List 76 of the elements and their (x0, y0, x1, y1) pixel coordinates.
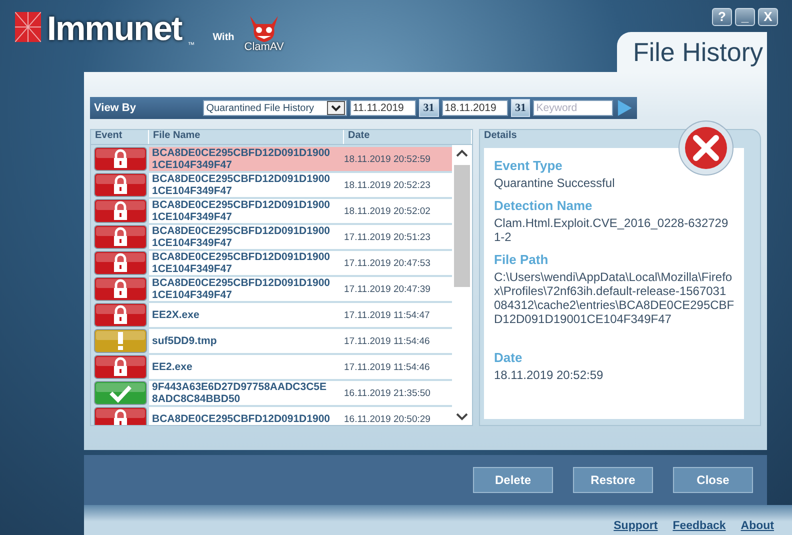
field-value: 18.11.2019 20:52:59 (494, 368, 604, 382)
file-name: EE2.exe (151, 361, 194, 373)
file-name: BCA8DE0CE295CBFD12D091D1900 1CE104F349F47 (151, 225, 332, 249)
column-header: File Name (149, 130, 344, 144)
field-label: Date (494, 350, 524, 365)
event-date: 17.11.2019 11:54:46 (344, 336, 431, 346)
partner-logo-text: ClamAV (244, 42, 284, 53)
file-row[interactable]: BCA8DE0CE295CBFD12D091D1900 1CE104F349F47 17.11.2019 20:51:23 (149, 225, 452, 249)
file-name: suf5DD9.tmp (151, 335, 218, 347)
lock-icon (94, 303, 146, 327)
field-value: Quarantine Successful (494, 176, 616, 190)
file-row[interactable]: BCA8DE0CE295CBFD12D091D1900 1CE104F349F47 18.11.2019 20:52:59 (149, 147, 452, 171)
file-row[interactable]: BCA8DE0CE295CBFD12D091D1900 1CE104F349F47 17.11.2019 20:47:53 (149, 251, 452, 275)
lock-icon (94, 147, 146, 171)
view-dropdown[interactable]: Quarantined File History (203, 100, 347, 116)
file-row[interactable]: 9F443A63E6D27D97758AADC3C5E 8ADC8C84BBD50 16.11.2019 21:35:50 (149, 381, 452, 405)
event-date: 17.11.2019 11:54:46 (344, 362, 431, 372)
with-label: With (212, 32, 234, 43)
lock-icon (94, 355, 146, 379)
end-date-field[interactable]: 18.11.2019 (442, 100, 508, 116)
footer-link[interactable]: About (740, 520, 774, 532)
file-name: BCA8DE0CE295CBFD12D091D1900 1CE104F349F47 (151, 277, 332, 301)
go-arrow-icon (616, 98, 634, 118)
file-name: EE2X.exe (151, 309, 200, 321)
event-date: 17.11.2019 20:51:23 (344, 232, 432, 242)
exclamation-icon (94, 329, 146, 353)
column-header: Date (344, 130, 472, 144)
file-row[interactable]: BCA8DE0CE295CBFD12D091D1900 1CE104F349F47 18.11.2019 20:52:02 (149, 199, 452, 223)
field-value: Clam.Html.Exploit.CVE_2016_0228-632729 1-2 (494, 216, 730, 244)
caret-icon (326, 101, 345, 115)
lock-icon (94, 251, 146, 275)
event-date: 18.11.2019 20:52:02 (344, 206, 432, 216)
panel-title: Details (483, 130, 518, 143)
footer-link[interactable]: Support (614, 520, 658, 532)
lock-icon (94, 199, 146, 223)
field-label: File Path (494, 252, 550, 267)
event-date: 16.11.2019 21:35:50 (344, 388, 432, 398)
scrollbar[interactable] (452, 145, 472, 425)
file-name: 9F443A63E6D27D97758AADC3C5E 8ADC8C84BBD50 (151, 381, 328, 405)
file-name: BCA8DE0CE295CBFD12D091D1900 (151, 413, 332, 425)
start-date-field[interactable]: 11.11.2019 (350, 100, 416, 116)
file-row[interactable]: BCA8DE0CE295CBFD12D091D1900 16.11.2019 20:50:29 (149, 407, 452, 425)
checkmark-icon (94, 381, 146, 405)
scroll-thumb[interactable] (454, 165, 470, 287)
view-by-label: View By (93, 102, 137, 114)
file-name: BCA8DE0CE295CBFD12D091D1900 1CE104F349F47 (151, 251, 332, 275)
event-date: 18.11.2019 20:52:59 (344, 154, 432, 164)
calendar-button[interactable]: 31 (510, 99, 530, 117)
lock-icon (94, 277, 146, 301)
event-date: 18.11.2019 20:52:23 (344, 180, 432, 190)
field-label: Detection Name (494, 198, 594, 213)
keyword-field[interactable]: Keyword (533, 100, 614, 116)
file-row[interactable]: BCA8DE0CE295CBFD12D091D1900 1CE104F349F47 17.11.2019 20:47:39 (149, 277, 452, 301)
event-date: 17.11.2019 20:47:39 (344, 284, 432, 294)
logo-mark-icon (15, 12, 41, 42)
event-date: 16.11.2019 20:50:29 (344, 414, 432, 424)
file-row[interactable]: BCA8DE0CE295CBFD12D091D1900 1CE104F349F47 18.11.2019 20:52:23 (149, 173, 452, 197)
lock-icon (94, 173, 146, 197)
field-value: C:\Users\wendi\AppData\Local\Mozilla\Firefo x\Profiles\72nf63ih.default-release-1567031 084312\cache2\entries\BCA8DE0CE295CBF D12D091D19001CE104F349F47 (494, 270, 734, 326)
file-row[interactable]: EE2.exe 17.11.2019 11:54:46 (149, 355, 452, 379)
minimize-button[interactable]: _ (735, 8, 755, 26)
file-row[interactable]: EE2X.exe 17.11.2019 11:54:47 (149, 303, 452, 327)
logo-text: Immunet (47, 12, 182, 46)
lock-icon (94, 407, 146, 425)
file-name: BCA8DE0CE295CBFD12D091D1900 1CE104F349F47 (151, 147, 332, 171)
file-name: BCA8DE0CE295CBFD12D091D1900 1CE104F349F47 (151, 199, 332, 223)
event-date: 17.11.2019 11:54:47 (344, 310, 431, 320)
column-header: Event (91, 130, 149, 144)
file-name: BCA8DE0CE295CBFD12D091D1900 1CE104F349F47 (151, 173, 332, 197)
footer-link[interactable]: Feedback (672, 520, 726, 532)
event-date: 17.11.2019 20:47:53 (344, 258, 432, 268)
lock-icon (94, 225, 146, 249)
file-row[interactable]: suf5DD9.tmp 17.11.2019 11:54:46 (149, 329, 452, 353)
calendar-button[interactable]: 31 (418, 99, 439, 117)
page-title: File History (632, 36, 763, 68)
field-label: Event Type (494, 158, 564, 173)
